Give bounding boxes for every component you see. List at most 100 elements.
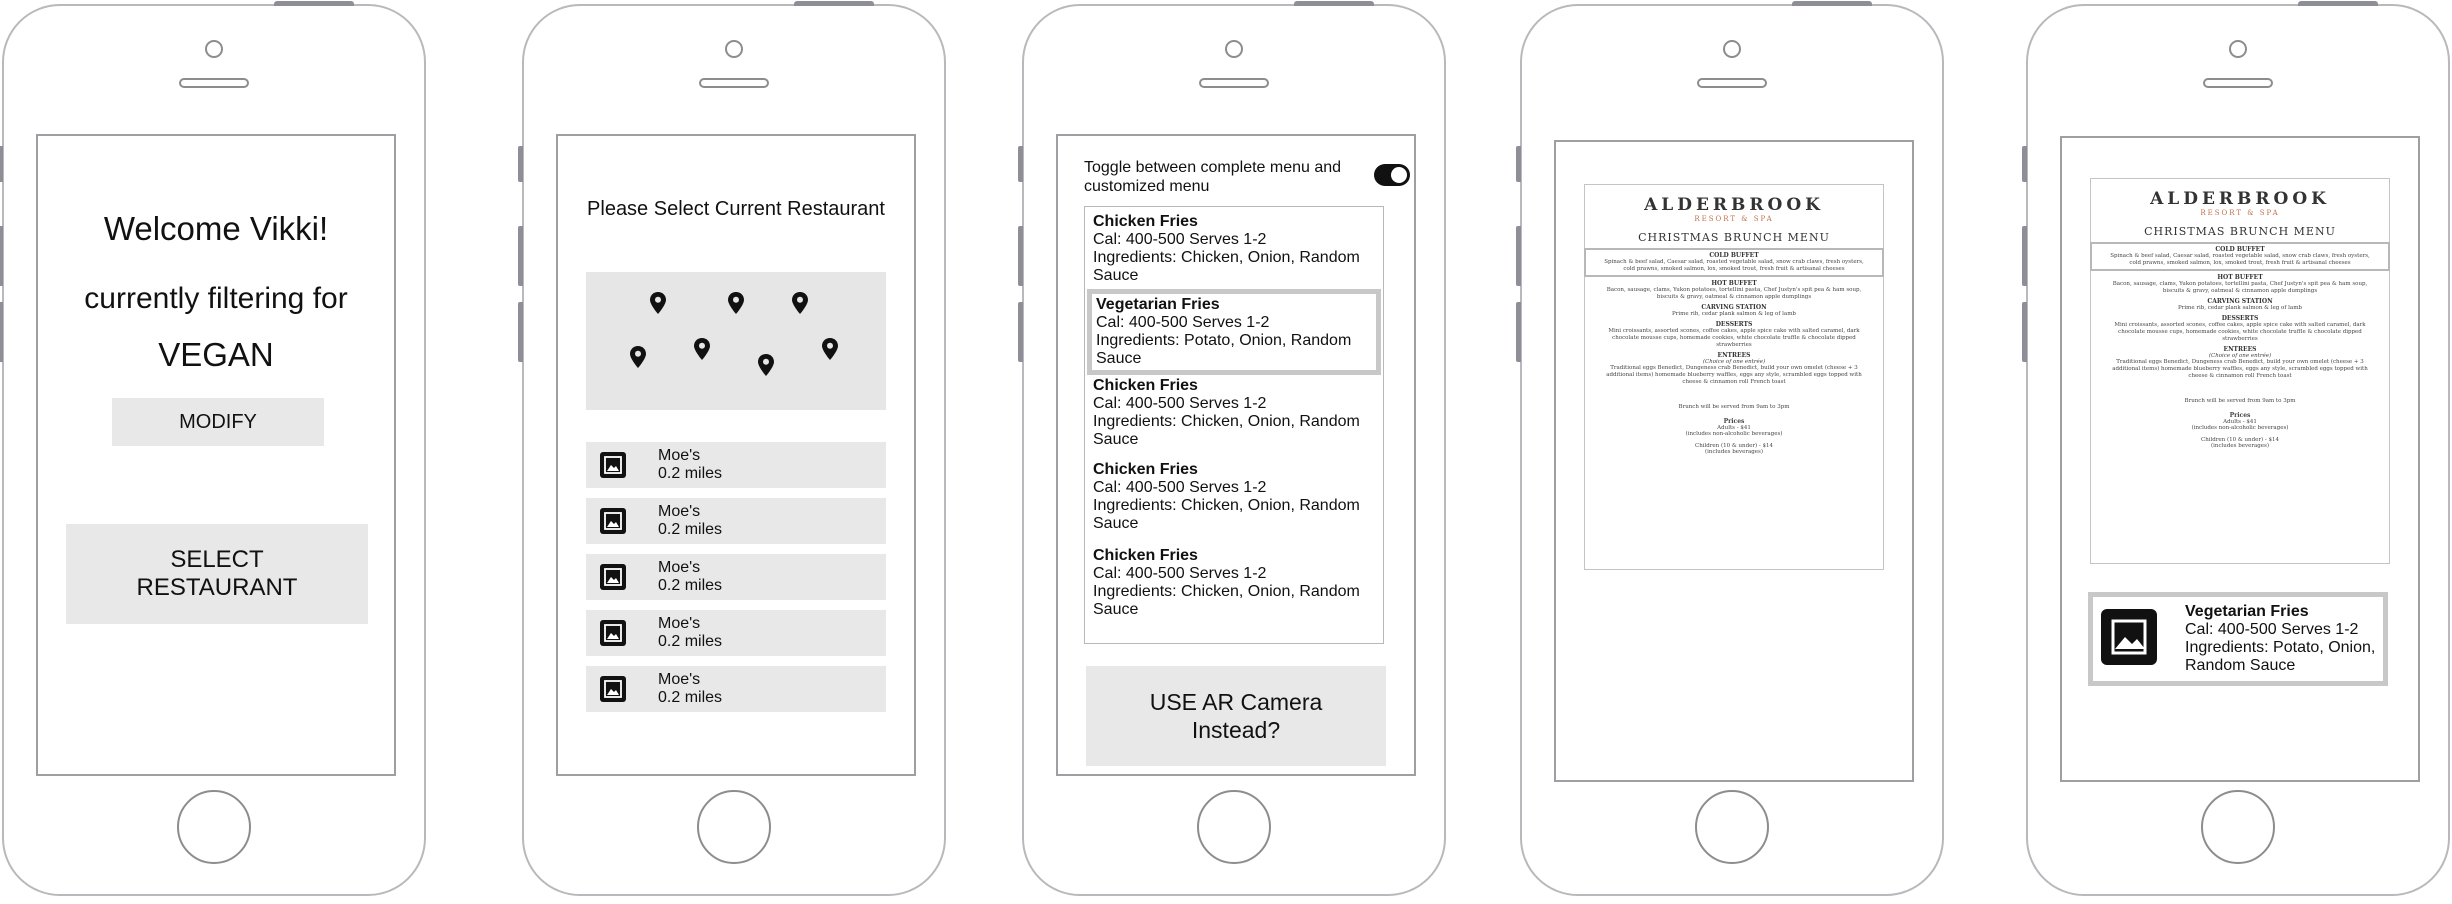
- speaker-grille: [699, 78, 769, 88]
- children-price-note: (includes beverages): [1705, 449, 1763, 455]
- menu-item-name: Chicken Fries: [1093, 547, 1198, 564]
- map-pin-icon[interactable]: [728, 292, 744, 314]
- cold-buffet-section: COLD BUFFET Spinach & beef salad, Caesar …: [1584, 248, 1884, 277]
- restaurant-distance: 0.2 miles: [658, 465, 723, 482]
- served-note: Brunch will be served from 9am to 3pm: [1678, 404, 1790, 410]
- home-button[interactable]: [1695, 790, 1769, 864]
- section-text: Mini croissants, assorted scones, coffee…: [1608, 328, 1860, 348]
- toggle-label: Toggle between complete menu and customi…: [1084, 159, 1342, 195]
- menu-item-name: Vegetarian Fries: [1096, 296, 1220, 313]
- home-button[interactable]: [697, 790, 771, 864]
- highlighted-item-card[interactable]: Vegetarian Fries Cal: 400-500 Serves 1-2…: [2088, 592, 2388, 686]
- section-text: Bacon, sausage, clams, Yukon potatoes, t…: [2112, 281, 2368, 294]
- phone-frame-menu: Toggle between complete menu and customi…: [1018, 1, 1446, 896]
- menu-item[interactable]: Chicken Fries Cal: 400-500 Serves 1-2 Ingr…: [1093, 213, 1379, 285]
- section-text: Spinach & beef salad, Caesar salad, roas…: [1604, 259, 1864, 272]
- menu-logo-subtitle: RESORT & SPA: [1694, 215, 1774, 223]
- home-button[interactable]: [177, 790, 251, 864]
- menu-camera-screen: ALDERBROOK RESORT & SPA CHRISTMAS BRUNCH M…: [1554, 140, 1914, 782]
- section-title: DESSERTS: [2221, 315, 2259, 322]
- restaurant-name: Moe's: [658, 559, 701, 576]
- image-icon: [600, 676, 626, 702]
- section-title: ENTREES: [2223, 346, 2257, 353]
- menu-item-list[interactable]: Chicken Fries Cal: 400-500 Serves 1-2 Ingr…: [1084, 206, 1384, 644]
- menu-item[interactable]: Chicken Fries Cal: 400-500 Serves 1-2 Ingr…: [1093, 547, 1379, 619]
- restaurant-list-item[interactable]: Moe's 0.2 miles: [586, 554, 886, 600]
- menu-item-highlighted[interactable]: Vegetarian Fries Cal: 400-500 Serves 1-2 I…: [1087, 289, 1381, 375]
- menu-item-name: Chicken Fries: [1093, 377, 1198, 394]
- phone-frame-ar-result: ALDERBROOK RESORT & SPA CHRISTMAS BRUNCH M…: [2022, 1, 2450, 896]
- map-pin-icon[interactable]: [694, 338, 710, 360]
- menu-item[interactable]: Chicken Fries Cal: 400-500 Serves 1-2 Ingr…: [1093, 461, 1379, 533]
- adults-price-note: (includes non-alcoholic beverages): [2191, 425, 2289, 431]
- front-camera: [1723, 40, 1741, 58]
- welcome-heading: Welcome Vikki!: [103, 210, 329, 247]
- filtering-label: currently filtering for: [84, 282, 348, 315]
- card-item-ingredients: Ingredients: Potato, Onion, Random Sauce: [2185, 639, 2376, 674]
- restaurant-text: Moe's 0.2 miles: [658, 671, 722, 707]
- welcome-screen: Welcome Vikki! currently filtering for V…: [36, 134, 396, 776]
- menu-title: CHRISTMAS BRUNCH MENU: [1638, 231, 1830, 244]
- section-text: Traditional eggs Benedict, Dungeness cra…: [2112, 359, 2368, 379]
- ar-button-label-line2: Instead?: [1191, 717, 1281, 743]
- restaurant-distance: 0.2 miles: [658, 521, 723, 538]
- phone-frame-menu-scan: ALDERBROOK RESORT & SPA CHRISTMAS BRUNCH M…: [1516, 1, 1944, 896]
- speaker-grille: [2203, 78, 2273, 88]
- restaurant-list-item[interactable]: Moe's 0.2 miles: [586, 610, 886, 656]
- section-title: HOT BUFFET: [2217, 274, 2263, 281]
- image-icon: [600, 564, 626, 590]
- map-pin-icon[interactable]: [630, 346, 646, 368]
- cold-buffet-section: COLD BUFFET Spinach & beef salad, Caesar …: [2090, 242, 2390, 271]
- restaurant-distance: 0.2 miles: [658, 577, 723, 594]
- toggle-knob: [1391, 167, 1407, 183]
- front-camera: [1225, 40, 1243, 58]
- ar-camera-button[interactable]: USE AR Camera Instead?: [1086, 666, 1386, 766]
- page-title: Please Select Current Restaurant: [587, 198, 885, 220]
- section-text: Mini croissants, assorted scones, coffee…: [2114, 322, 2366, 342]
- speaker-grille: [1697, 78, 1767, 88]
- menu-logo-subtitle: RESORT & SPA: [2200, 209, 2280, 217]
- diet-filter-value: VEGAN: [158, 336, 274, 373]
- restaurant-list-item[interactable]: Moe's 0.2 miles: [586, 666, 886, 712]
- map-pin-icon[interactable]: [792, 292, 808, 314]
- map-pin-icon[interactable]: [758, 354, 774, 376]
- section-text: Bacon, sausage, clams, Yukon potatoes, t…: [1606, 287, 1862, 300]
- home-button[interactable]: [2201, 790, 2275, 864]
- speaker-grille: [1199, 78, 1269, 88]
- front-camera: [205, 40, 223, 58]
- menu-item-ingredients: Ingredients: Chicken, Onion, Random Sauc…: [1093, 583, 1360, 618]
- restaurant-list-item[interactable]: Moe's 0.2 miles: [586, 442, 886, 488]
- section-title: COLD BUFFET: [2215, 246, 2265, 253]
- hot-buffet-section: HOT BUFFET Bacon, sausage, clams, Yukon p…: [2091, 274, 2389, 295]
- front-camera: [725, 40, 743, 58]
- prices-title: Prices: [2229, 412, 2251, 419]
- section-title: DESSERTS: [1715, 321, 1753, 328]
- menu-item-ingredients: Ingredients: Potato, Onion, Random Sauce: [1096, 332, 1352, 367]
- menu-document: ALDERBROOK RESORT & SPA CHRISTMAS BRUNCH M…: [1584, 184, 1884, 570]
- section-title: CARVING STATION: [2207, 298, 2273, 305]
- restaurant-distance: 0.2 miles: [658, 689, 723, 706]
- image-icon: [600, 452, 626, 478]
- section-title: CARVING STATION: [1701, 304, 1767, 311]
- phone-frame-welcome: Welcome Vikki! currently filtering for V…: [0, 1, 426, 896]
- modify-button[interactable]: MODIFY: [112, 398, 324, 446]
- select-restaurant-label-line1: SELECT: [170, 546, 264, 573]
- select-restaurant-button[interactable]: SELECT RESTAURANT: [66, 524, 368, 624]
- restaurant-name: Moe's: [658, 503, 701, 520]
- entrees-section: ENTREES (Choice of one entrée) Traditional…: [2091, 346, 2389, 380]
- menu-item-ingredients: Ingredients: Chicken, Onion, Random Sauc…: [1093, 497, 1360, 532]
- restaurant-map[interactable]: [586, 272, 886, 410]
- restaurant-list-item[interactable]: Moe's 0.2 miles: [586, 498, 886, 544]
- menu-toggle-switch[interactable]: [1374, 164, 1410, 186]
- map-pin-icon[interactable]: [822, 338, 838, 360]
- card-item-name: Vegetarian Fries: [2185, 603, 2309, 620]
- map-pin-icon[interactable]: [650, 292, 666, 314]
- ar-button-label-line1: USE AR Camera: [1149, 689, 1323, 715]
- image-icon: [2101, 609, 2157, 665]
- desserts-section: DESSERTS Mini croissants, assorted scones…: [1585, 321, 1883, 349]
- home-button[interactable]: [1197, 790, 1271, 864]
- section-text: Spinach & beef salad, Caesar salad, roas…: [2110, 253, 2370, 266]
- entrees-section: ENTREES (Choice of one entrée) Traditional…: [1585, 352, 1883, 386]
- menu-item[interactable]: Chicken Fries Cal: 400-500 Serves 1-2 Ingr…: [1093, 377, 1379, 449]
- restaurant-text: Moe's 0.2 miles: [658, 559, 722, 595]
